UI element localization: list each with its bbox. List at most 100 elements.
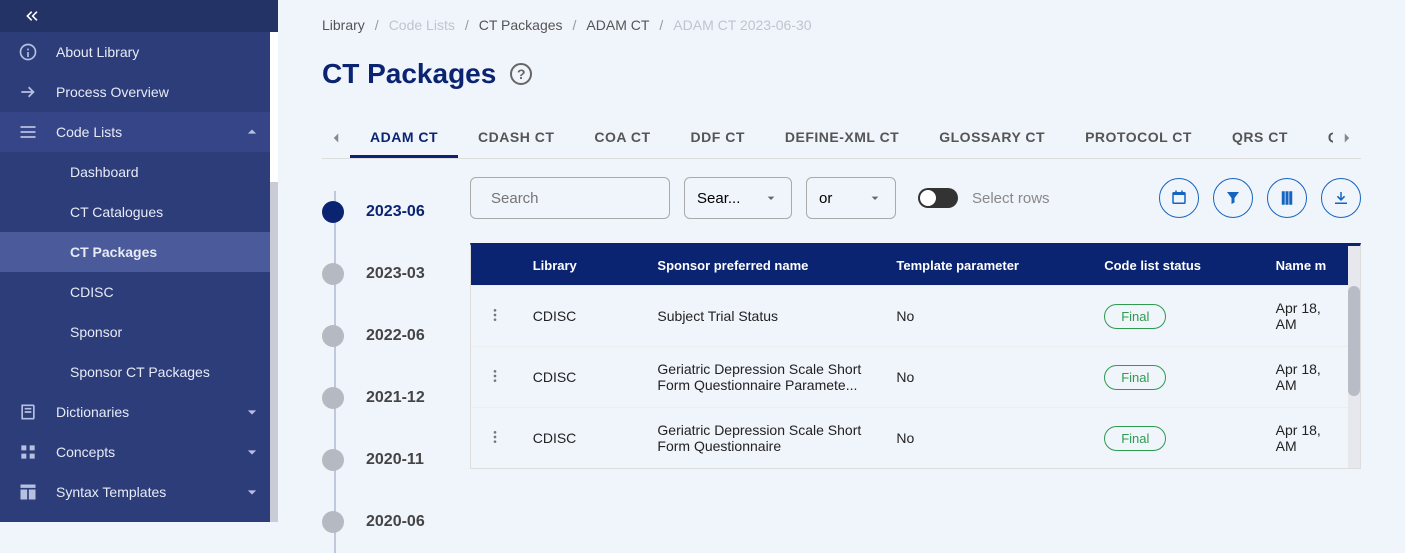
timeline: 2023-06 2023-03 2022-06 2021-12 2020-11 …: [322, 177, 452, 553]
sidebar-item-dashboard[interactable]: Dashboard: [0, 152, 278, 192]
sidebar-item-catalogues[interactable]: CT Catalogues: [0, 192, 278, 232]
sidebar-item-syntax[interactable]: Syntax Templates: [0, 472, 278, 512]
table-scrollbar-thumb[interactable]: [1348, 286, 1360, 396]
row-menu-button[interactable]: [471, 286, 517, 347]
breadcrumb-item[interactable]: Library: [322, 17, 365, 33]
content-row: 2023-06 2023-03 2022-06 2021-12 2020-11 …: [322, 177, 1361, 553]
timeline-label: 2023-06: [366, 203, 425, 221]
sidebar-label: Code Lists: [56, 124, 242, 140]
sidebar-item-codelists[interactable]: Code Lists: [0, 112, 278, 152]
row-menu-button[interactable]: [471, 347, 517, 408]
th-date[interactable]: Name m: [1260, 246, 1348, 286]
timeline-label: 2023-03: [366, 265, 425, 283]
sidebar-label: About Library: [56, 44, 262, 60]
cell-name: Subject Trial Status: [641, 286, 880, 347]
cell-name: Geriatric Depression Scale Short Form Qu…: [641, 408, 880, 469]
page-title-row: CT Packages ?: [322, 58, 1361, 90]
sidebar: About Library Process Overview Code List…: [0, 0, 278, 522]
tab-cdash[interactable]: CDASH CT: [458, 119, 574, 158]
sidebar-item-process[interactable]: Process Overview: [0, 72, 278, 112]
sidebar-item-sponsor-packages[interactable]: Sponsor CT Packages: [0, 352, 278, 392]
cell-library: CDISC: [517, 286, 642, 347]
timeline-dot: [322, 387, 344, 409]
more-vert-icon: [487, 429, 503, 445]
main-content: Library/ Code Lists/ CT Packages/ ADAM C…: [278, 0, 1405, 522]
th-status[interactable]: Code list status: [1088, 246, 1259, 286]
cell-library: CDISC: [517, 347, 642, 408]
table-row: CDISC Geriatric Depression Scale Short F…: [471, 408, 1348, 469]
timeline-item[interactable]: 2023-03: [322, 243, 452, 305]
filter-button[interactable]: [1213, 178, 1253, 218]
timeline-item[interactable]: 2020-06: [322, 491, 452, 553]
sidebar-collapse-button[interactable]: [0, 0, 278, 32]
view-button[interactable]: [1267, 178, 1307, 218]
sidebar-item-cdisc[interactable]: CDISC: [0, 272, 278, 312]
help-icon[interactable]: ?: [510, 63, 532, 85]
timeline-dot: [322, 325, 344, 347]
breadcrumb-item[interactable]: CT Packages: [479, 17, 563, 33]
timeline-label: 2020-11: [366, 451, 424, 469]
columns-button[interactable]: [1159, 178, 1199, 218]
search-mode-select[interactable]: Sear...: [684, 177, 792, 219]
tab-definexml[interactable]: DEFINE-XML CT: [765, 119, 919, 158]
concepts-icon: [16, 440, 40, 464]
timeline-item[interactable]: 2020-11: [322, 429, 452, 491]
chevron-down-icon: [242, 442, 262, 462]
table-area: Sear... or Select rows Library: [470, 177, 1361, 553]
search-input[interactable]: [491, 190, 690, 207]
table-row: CDISC Subject Trial Status No Final Apr …: [471, 286, 1348, 347]
sidebar-item-packages[interactable]: CT Packages: [0, 232, 278, 272]
tab-adam[interactable]: ADAM CT: [350, 119, 458, 158]
sidebar-label: Process Overview: [56, 84, 262, 100]
tabs-prev-button[interactable]: [322, 118, 350, 158]
sidebar-label: Sponsor CT Packages: [70, 364, 262, 380]
tabs: ADAM CT CDASH CT COA CT DDF CT DEFINE-XM…: [350, 119, 1333, 158]
timeline-item[interactable]: 2023-06: [322, 181, 452, 243]
tab-q[interactable]: Q: [1308, 119, 1333, 158]
th-library[interactable]: Library: [517, 246, 642, 286]
timeline-item[interactable]: 2022-06: [322, 305, 452, 367]
cell-name: Geriatric Depression Scale Short Form Qu…: [641, 347, 880, 408]
sidebar-item-dictionaries[interactable]: Dictionaries: [0, 392, 278, 432]
status-badge: Final: [1104, 426, 1166, 451]
cell-date: Apr 18, AM: [1260, 347, 1348, 408]
sidebar-item-concepts[interactable]: Concepts: [0, 432, 278, 472]
search-box[interactable]: [470, 177, 670, 219]
sidebar-item-sponsor[interactable]: Sponsor: [0, 312, 278, 352]
table-header: Library Sponsor preferred name Template …: [471, 246, 1348, 286]
th-name[interactable]: Sponsor preferred name: [641, 246, 880, 286]
sidebar-scrollbar-thumb[interactable]: [270, 32, 278, 182]
tab-coa[interactable]: COA CT: [574, 119, 670, 158]
cell-library: CDISC: [517, 408, 642, 469]
chevron-down-icon: [763, 190, 779, 206]
download-button[interactable]: [1321, 178, 1361, 218]
sidebar-label: Syntax Templates: [56, 484, 242, 500]
timeline-dot: [322, 263, 344, 285]
chevron-double-left-icon: [24, 7, 42, 25]
breadcrumb-item[interactable]: Code Lists: [389, 17, 455, 33]
tab-glossary[interactable]: GLOSSARY CT: [919, 119, 1065, 158]
chevron-down-icon: [242, 482, 262, 502]
tab-protocol[interactable]: PROTOCOL CT: [1065, 119, 1212, 158]
tabs-next-button[interactable]: [1333, 118, 1361, 158]
select-rows-toggle[interactable]: [918, 188, 958, 208]
th-template[interactable]: Template parameter: [880, 246, 1088, 286]
row-menu-button[interactable]: [471, 408, 517, 469]
breadcrumb-item[interactable]: ADAM CT: [586, 17, 649, 33]
search-op-select[interactable]: or: [806, 177, 896, 219]
list-icon: [16, 120, 40, 144]
data-table: Library Sponsor preferred name Template …: [470, 243, 1361, 469]
tab-ddf[interactable]: DDF CT: [671, 119, 765, 158]
cell-status: Final: [1088, 408, 1259, 469]
arrow-right-icon: [16, 80, 40, 104]
breadcrumb: Library/ Code Lists/ CT Packages/ ADAM C…: [322, 0, 1361, 50]
timeline-label: 2020-06: [366, 513, 425, 531]
columns-icon: [1278, 189, 1296, 207]
sidebar-label: CDISC: [70, 284, 262, 300]
sidebar-item-about[interactable]: About Library: [0, 32, 278, 72]
table-scrollbar[interactable]: [1348, 246, 1360, 468]
timeline-item[interactable]: 2021-12: [322, 367, 452, 429]
chevron-down-icon: [242, 402, 262, 422]
tab-qrs[interactable]: QRS CT: [1212, 119, 1308, 158]
toolbar: Sear... or Select rows: [470, 177, 1361, 219]
